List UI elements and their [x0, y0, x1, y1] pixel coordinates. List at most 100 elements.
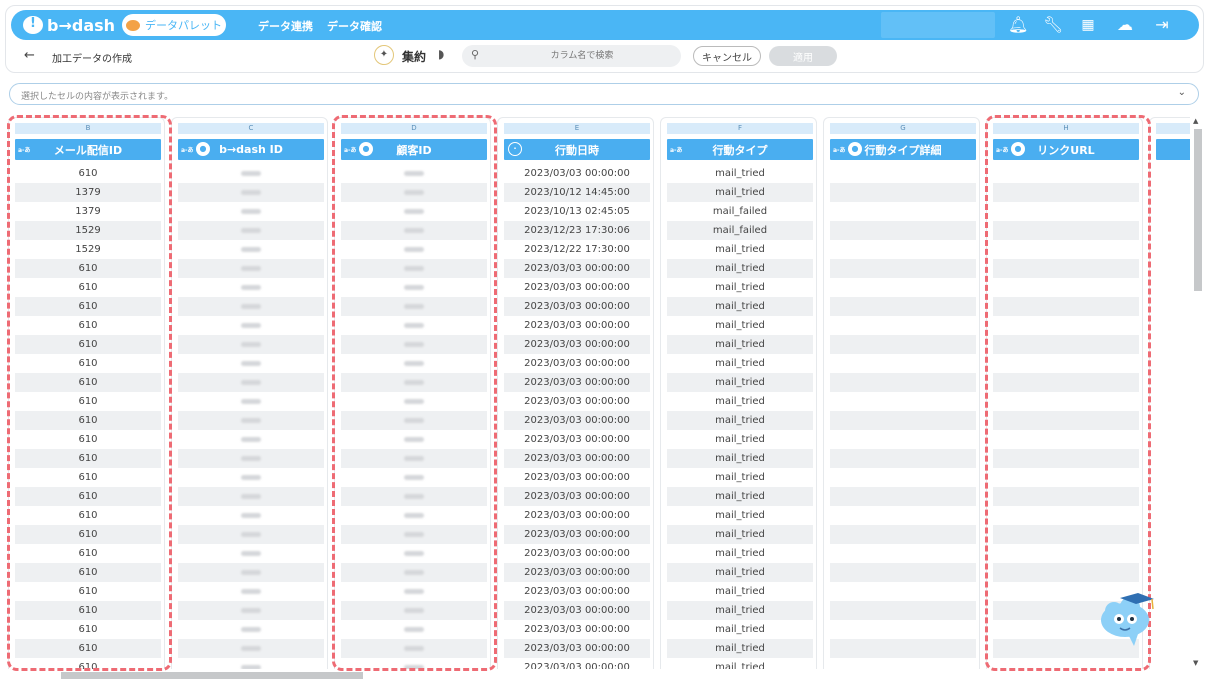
table-cell[interactable]: 2023/03/03 00:00:00: [504, 449, 650, 468]
table-cell[interactable]: [341, 430, 487, 449]
table-cell[interactable]: [993, 259, 1139, 278]
aggregate-label[interactable]: 集約: [402, 48, 426, 65]
shield-icon[interactable]: ◗: [438, 47, 444, 61]
table-cell[interactable]: 610: [15, 430, 161, 449]
column-header[interactable]: a-あ 行動タイプ: [667, 139, 813, 160]
table-cell[interactable]: [341, 316, 487, 335]
table-cell[interactable]: 610: [15, 316, 161, 335]
table-cell[interactable]: mail_tried: [667, 316, 813, 335]
table-cell[interactable]: [993, 411, 1139, 430]
table-cell[interactable]: [178, 525, 324, 544]
column-f[interactable]: F a-あ 行動タイプ mail_tried mail_tried mail_fai…: [660, 117, 817, 669]
column-b[interactable]: B a-あ メール配信ID 610 1379 1379 1529 1529 610 610 6…: [8, 117, 165, 669]
table-cell[interactable]: 2023/03/03 00:00:00: [504, 316, 650, 335]
table-cell[interactable]: [993, 430, 1139, 449]
table-cell[interactable]: [830, 221, 976, 240]
table-cell[interactable]: 610: [15, 601, 161, 620]
table-cell[interactable]: mail_tried: [667, 620, 813, 639]
table-cell[interactable]: [830, 373, 976, 392]
table-cell[interactable]: [830, 601, 976, 620]
table-cell[interactable]: [178, 221, 324, 240]
table-cell[interactable]: 2023/10/12 14:45:00: [504, 183, 650, 202]
mascot-helper-icon[interactable]: [1098, 590, 1156, 648]
table-cell[interactable]: 610: [15, 544, 161, 563]
table-cell[interactable]: [830, 202, 976, 221]
table-cell[interactable]: 2023/03/03 00:00:00: [504, 278, 650, 297]
table-cell[interactable]: [830, 430, 976, 449]
table-cell[interactable]: [993, 354, 1139, 373]
table-cell[interactable]: 610: [15, 164, 161, 183]
table-cell[interactable]: [178, 639, 324, 658]
bell-icon[interactable]: 🔔︎: [1008, 15, 1028, 35]
horizontal-scrollbar[interactable]: [8, 670, 1190, 680]
table-cell[interactable]: [830, 449, 976, 468]
column-header[interactable]: a-あ ● b→dash ID: [178, 139, 324, 160]
table-cell[interactable]: mail_tried: [667, 525, 813, 544]
table-cell[interactable]: 2023/03/03 00:00:00: [504, 354, 650, 373]
table-cell[interactable]: mail_tried: [667, 563, 813, 582]
table-cell[interactable]: mail_tried: [667, 658, 813, 669]
table-cell[interactable]: [341, 278, 487, 297]
table-cell[interactable]: 2023/03/03 00:00:00: [504, 487, 650, 506]
table-cell[interactable]: 610: [15, 658, 161, 669]
column-i-partial[interactable]: [1149, 117, 1190, 669]
table-cell[interactable]: 610: [15, 620, 161, 639]
table-cell[interactable]: 610: [15, 392, 161, 411]
table-cell[interactable]: mail_tried: [667, 411, 813, 430]
table-cell[interactable]: [830, 164, 976, 183]
table-cell[interactable]: mail_tried: [667, 278, 813, 297]
table-cell[interactable]: mail_failed: [667, 202, 813, 221]
table-cell[interactable]: 610: [15, 506, 161, 525]
cancel-button[interactable]: キャンセル: [693, 46, 761, 66]
table-cell[interactable]: [830, 297, 976, 316]
horizontal-scroll-thumb[interactable]: [61, 672, 363, 679]
table-cell[interactable]: 1529: [15, 240, 161, 259]
table-cell[interactable]: [830, 335, 976, 354]
table-cell[interactable]: mail_tried: [667, 373, 813, 392]
table-cell[interactable]: mail_tried: [667, 430, 813, 449]
table-cell[interactable]: [341, 259, 487, 278]
table-cell[interactable]: [178, 544, 324, 563]
table-cell[interactable]: mail_tried: [667, 164, 813, 183]
table-cell[interactable]: [341, 335, 487, 354]
column-header[interactable]: · 行動日時: [504, 139, 650, 160]
table-cell[interactable]: mail_tried: [667, 335, 813, 354]
table-cell[interactable]: [830, 183, 976, 202]
table-cell[interactable]: [993, 240, 1139, 259]
brand-logo[interactable]: b→dash: [23, 15, 115, 35]
column-search[interactable]: ⚲: [462, 45, 681, 67]
table-cell[interactable]: mail_tried: [667, 183, 813, 202]
table-cell[interactable]: [341, 620, 487, 639]
cell-content-bar[interactable]: 選択したセルの内容が表示されます。 ⌄: [9, 83, 1199, 105]
table-cell[interactable]: 2023/03/03 00:00:00: [504, 658, 650, 669]
logout-icon[interactable]: ⇥: [1152, 15, 1172, 35]
user-info[interactable]: [881, 12, 995, 38]
table-cell[interactable]: [341, 354, 487, 373]
table-cell[interactable]: [178, 335, 324, 354]
table-cell[interactable]: [178, 620, 324, 639]
table-cell[interactable]: [993, 164, 1139, 183]
column-header-partial[interactable]: [1156, 139, 1190, 160]
table-cell[interactable]: [178, 164, 324, 183]
table-cell[interactable]: mail_tried: [667, 468, 813, 487]
table-cell[interactable]: [830, 278, 976, 297]
table-cell[interactable]: [341, 525, 487, 544]
table-cell[interactable]: 2023/03/03 00:00:00: [504, 411, 650, 430]
table-cell[interactable]: [993, 468, 1139, 487]
table-cell[interactable]: [830, 563, 976, 582]
table-cell[interactable]: [993, 487, 1139, 506]
table-cell[interactable]: 610: [15, 259, 161, 278]
table-cell[interactable]: mail_tried: [667, 582, 813, 601]
column-header[interactable]: a-あ ● 行動タイプ詳細: [830, 139, 976, 160]
table-cell[interactable]: 610: [15, 639, 161, 658]
table-cell[interactable]: mail_tried: [667, 544, 813, 563]
table-cell[interactable]: [178, 468, 324, 487]
table-cell[interactable]: [178, 430, 324, 449]
table-cell[interactable]: [178, 373, 324, 392]
table-cell[interactable]: [178, 183, 324, 202]
column-header[interactable]: a-あ ● リンクURL: [993, 139, 1139, 160]
table-cell[interactable]: 2023/03/03 00:00:00: [504, 639, 650, 658]
table-cell[interactable]: [830, 582, 976, 601]
table-cell[interactable]: [830, 354, 976, 373]
scroll-down-arrow-icon[interactable]: ▼: [1193, 659, 1198, 667]
